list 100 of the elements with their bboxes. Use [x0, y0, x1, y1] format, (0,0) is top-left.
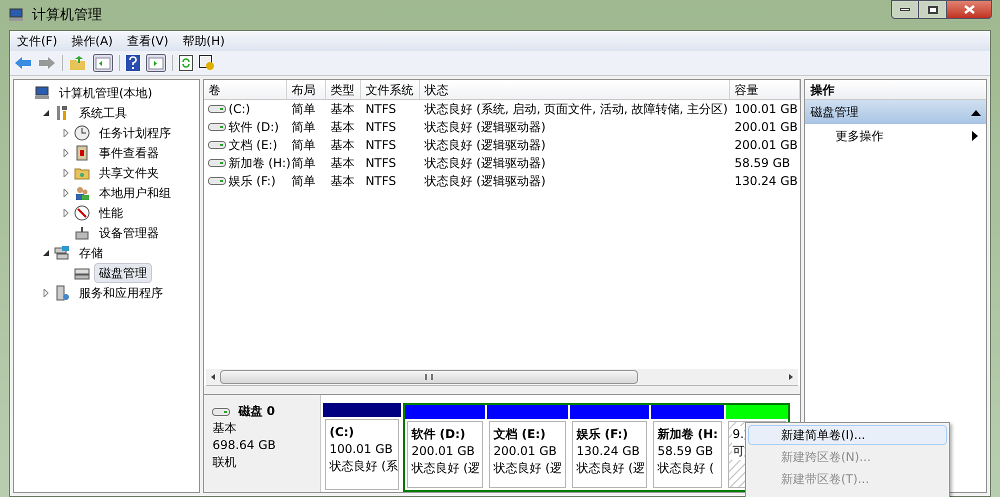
table-cell-text: 软件 (D:): [228, 119, 279, 136]
table-cell-text: 状态良好 (逻辑驱动器): [424, 173, 546, 190]
menu-item[interactable]: 帮助(H): [175, 32, 232, 50]
back-arrow-icon[interactable]: [14, 56, 32, 70]
column-header[interactable]: 布局: [287, 80, 326, 99]
minimize-button[interactable]: [891, 0, 919, 19]
menu-item[interactable]: 查看(V): [120, 32, 176, 50]
table-cell-text: (C:): [228, 101, 250, 118]
column-header[interactable]: 卷: [204, 80, 288, 99]
expanded-arrow-icon[interactable]: [42, 249, 50, 257]
computer-icon: [8, 7, 24, 23]
context-menu-item[interactable]: 新建简单卷(I)...: [748, 425, 947, 445]
table-cell-text: 基本: [330, 137, 354, 154]
table-cell-text: 58.59 GB: [734, 155, 790, 172]
collapsed-arrow-icon[interactable]: [42, 289, 50, 297]
partition-size: 9.: [732, 426, 744, 443]
disk-type: 基本: [212, 420, 238, 437]
table-cell-text: 基本: [330, 173, 354, 190]
column-header[interactable]: 文件系统: [361, 80, 420, 99]
column-header[interactable]: 类型: [326, 80, 362, 99]
tree-item[interactable]: 存储: [74, 243, 108, 263]
drive-icon: [208, 177, 226, 185]
collapsed-arrow-icon[interactable]: [62, 169, 70, 177]
collapsed-arrow-icon[interactable]: [62, 209, 70, 217]
tree-item[interactable]: 设备管理器: [94, 223, 164, 243]
table-cell-text: 状态良好 (逻辑驱动器): [424, 137, 546, 154]
collapsed-arrow-icon[interactable]: [62, 129, 70, 137]
expanded-arrow-icon[interactable]: [42, 109, 50, 117]
drive-icon: [208, 105, 226, 113]
drive-icon: [212, 408, 230, 416]
scrollbar-thumb[interactable]: [220, 370, 638, 384]
log-icon: [74, 145, 90, 161]
table-cell-text: 130.24 GB: [734, 173, 798, 190]
clock-icon: [74, 125, 90, 141]
action-link[interactable]: 更多操作: [835, 127, 884, 145]
table-cell-text: 简单: [291, 119, 316, 136]
table-cell-text: 娱乐 (F:): [228, 173, 276, 190]
actions-header: 操作: [805, 80, 986, 100]
partition-label: 新加卷 (H:: [657, 426, 718, 443]
table-cell-text: 状态良好 (系统, 启动, 页面文件, 活动, 故障转储, 主分区): [424, 101, 728, 118]
partition-label: 文档 (E:): [493, 426, 547, 443]
actions-section[interactable]: 磁盘管理: [805, 100, 986, 124]
collapsed-arrow-icon[interactable]: [62, 149, 70, 157]
close-button[interactable]: [946, 0, 992, 19]
device-icon: [74, 225, 90, 241]
tree-item[interactable]: 事件查看器: [94, 143, 164, 163]
table-cell-text: NTFS: [365, 101, 396, 118]
tree-item[interactable]: 系统工具: [74, 103, 132, 123]
pane-toggle-icon[interactable]: [146, 54, 166, 72]
maximize-button[interactable]: [919, 0, 946, 19]
table-cell-text: 基本: [330, 155, 354, 172]
storage-icon: [54, 245, 70, 261]
partition-status: 状态良好 (逻: [493, 460, 562, 477]
table-cell-text: 简单: [291, 101, 316, 118]
table-cell-text: 状态良好 (逻辑驱动器): [424, 155, 546, 172]
table-cell-text: 200.01 GB: [734, 137, 798, 154]
table-cell-text: NTFS: [365, 173, 396, 190]
table-cell-text: 状态良好 (逻辑驱动器): [424, 119, 546, 136]
tree-item[interactable]: 磁盘管理: [94, 263, 152, 283]
tree-item[interactable]: 计算机管理(本地): [54, 83, 158, 103]
partition-label: (C:): [329, 424, 356, 441]
table-cell-text: NTFS: [365, 137, 396, 154]
disk-name: 磁盘 0: [238, 403, 275, 420]
users-icon: [74, 185, 90, 201]
disk-size: 698.64 GB: [212, 437, 277, 454]
partition-status: 状态良好 (逻: [576, 460, 645, 477]
server-icon: [54, 285, 70, 301]
table-cell-text: 简单: [291, 137, 316, 154]
collapse-arrow-icon: [971, 108, 981, 116]
collapsed-arrow-icon[interactable]: [62, 189, 70, 197]
table-cell-text: 新加卷 (H:): [228, 155, 291, 172]
drive-icon: [208, 159, 226, 167]
table-cell-text: 200.01 GB: [734, 119, 798, 136]
partition-status: 状态良好 (: [657, 460, 714, 477]
column-header[interactable]: 容量: [730, 80, 800, 99]
partition-status: 状态良好 (系: [329, 458, 398, 475]
tree-item[interactable]: 本地用户和组: [94, 183, 176, 203]
help-icon[interactable]: [126, 55, 140, 71]
folder-up-icon[interactable]: [69, 55, 87, 71]
tools-icon: [54, 105, 70, 121]
table-cell-text: 文档 (E:): [228, 137, 278, 154]
close-icon: [964, 5, 974, 14]
column-header[interactable]: 状态: [420, 80, 730, 99]
window-title: 计算机管理: [32, 6, 102, 24]
table-cell-text: NTFS: [365, 119, 396, 136]
drive-icon: [208, 141, 226, 149]
menu-item[interactable]: 操作(A): [64, 32, 120, 50]
drive-icon: [208, 123, 226, 131]
refresh-icon[interactable]: [179, 55, 193, 71]
table-cell-text: 简单: [291, 173, 316, 190]
menu-item[interactable]: 文件(F): [10, 32, 64, 50]
tree-item[interactable]: 性能: [94, 203, 128, 223]
table-cell-text: 简单: [291, 155, 316, 172]
pane-toggle-icon[interactable]: [93, 54, 113, 72]
tree-item[interactable]: 任务计划程序: [94, 123, 176, 143]
table-cell-text: NTFS: [365, 155, 396, 172]
tree-item[interactable]: 共享文件夹: [94, 163, 164, 183]
disk-status: 联机: [212, 454, 238, 471]
tree-item[interactable]: 服务和应用程序: [74, 283, 168, 303]
table-cell-text: 基本: [330, 101, 354, 118]
